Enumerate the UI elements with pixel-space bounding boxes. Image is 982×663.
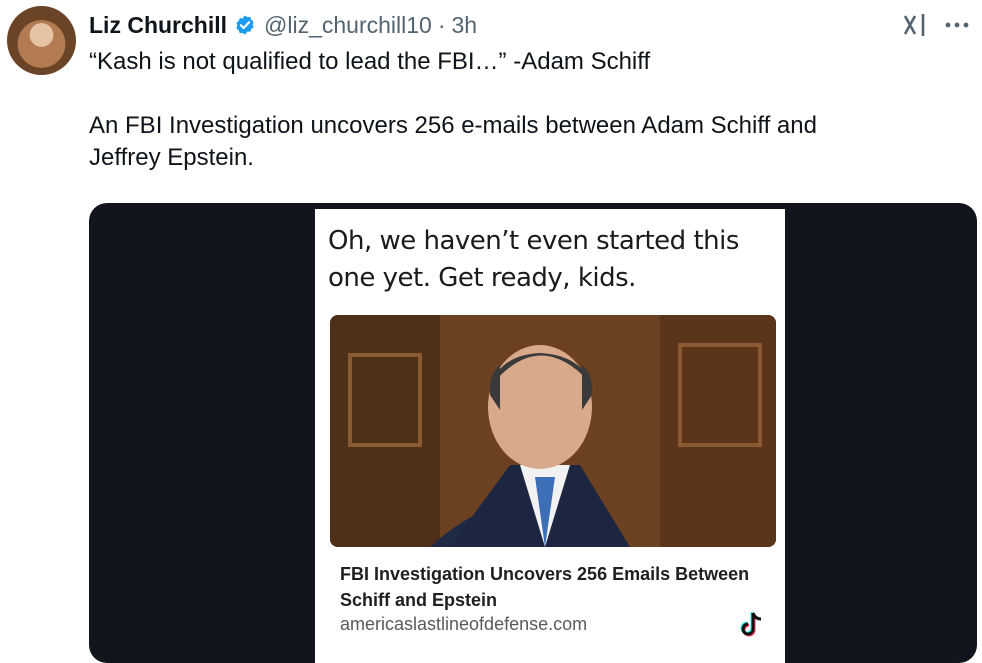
author-handle[interactable]: @liz_churchill10 (264, 12, 432, 39)
separator-dot: · (437, 11, 446, 38)
grok-icon[interactable] (900, 10, 930, 40)
more-icon[interactable] (942, 10, 972, 40)
tweet-media[interactable]: Oh, we haven’t even started this one yet… (89, 203, 977, 663)
tiktok-icon (740, 612, 762, 637)
author-name[interactable]: Liz Churchill (89, 12, 227, 39)
timestamp[interactable]: 3h (451, 12, 477, 39)
article-title: FBI Investigation Uncovers 256 Emails Be… (340, 564, 750, 610)
meme-caption: Oh, we haven’t even started this one yet… (328, 226, 739, 293)
verified-badge-icon (236, 15, 254, 35)
tweet-text: “Kash is not qualified to lead the FBI…”… (89, 48, 817, 171)
article-url: americaslastlineofdefense.com (340, 614, 588, 634)
meme-image: Oh, we haven’t even started this one yet… (315, 209, 785, 663)
article-photo (330, 315, 776, 547)
tweet-header: Liz Churchill @liz_churchill10 · 3h (89, 10, 962, 40)
avatar[interactable] (7, 6, 76, 75)
